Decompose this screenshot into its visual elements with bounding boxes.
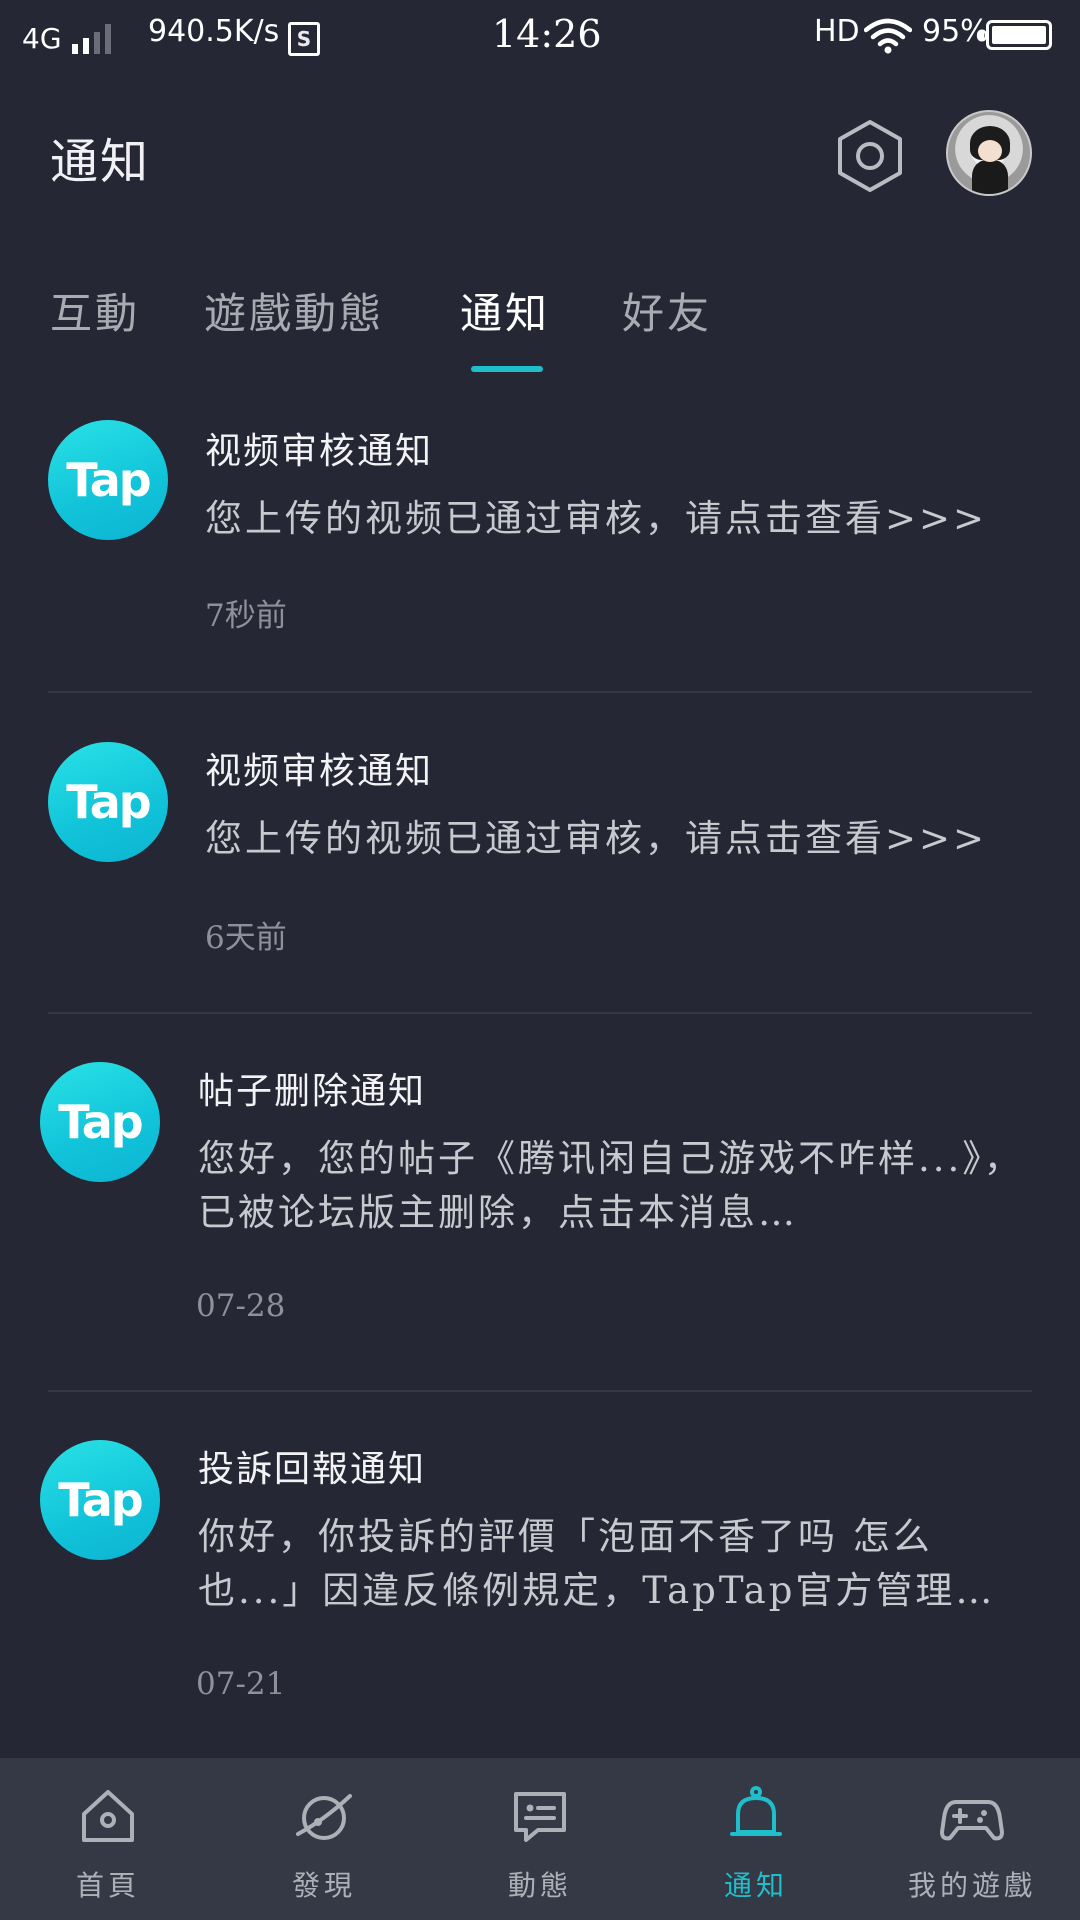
avatar[interactable] (946, 110, 1032, 196)
gamepad-icon (940, 1800, 1004, 1841)
nav-my-games[interactable]: 我的遊戲 (864, 1758, 1080, 1920)
nav-home[interactable]: 首頁 (0, 1758, 216, 1920)
battery-icon (979, 20, 1052, 50)
notification-title: 帖子删除通知 (198, 1071, 427, 1112)
nav-label: 通知 (723, 1869, 788, 1902)
nav-label: 發現 (291, 1869, 356, 1902)
tab-interaction[interactable]: 互動 (50, 280, 140, 341)
settings-icon[interactable] (832, 118, 908, 194)
chat-icon (514, 1792, 566, 1842)
divider (48, 1390, 1032, 1392)
taptap-logo-icon: Tap (48, 420, 168, 540)
notification-body: 您好，您的帖子《腾讯闲自己游戏不咋样...》，已被论坛版主删除，点击本消息… (198, 1137, 1024, 1234)
clock: 14:26 (492, 12, 602, 56)
notification-body: 您上传的视频已通过审核，请点击查看>>> (205, 497, 988, 540)
page-title: 通知 (50, 134, 151, 190)
notification-body: 你好，你投訴的評價「泡面不香了吗 怎么也...」因違反條例規定，TapTap官方… (198, 1515, 996, 1612)
notification-time: 07-21 (196, 1666, 286, 1702)
nav-label: 首頁 (75, 1869, 140, 1902)
home-icon (82, 1790, 134, 1842)
s-badge-icon: S (288, 22, 320, 56)
nav-label: 動態 (507, 1869, 572, 1902)
network-speed: 940.5K/s (148, 14, 280, 49)
notification-body: 您上传的视频已通过审核，请点击查看>>> (205, 817, 988, 860)
divider (48, 691, 1032, 693)
notification-time: 07-28 (196, 1288, 286, 1324)
list-item[interactable]: Tap 视频审核通知 您上传的视频已通过审核，请点击查看>>> 7秒前 (0, 400, 1080, 692)
notification-title: 视频审核通知 (205, 751, 434, 792)
tab-friends[interactable]: 好友 (622, 280, 712, 341)
nav-label: 我的遊戲 (907, 1869, 1036, 1902)
notification-time: 6天前 (205, 920, 287, 956)
taptap-logo-icon: Tap (48, 742, 168, 862)
notification-title: 投訴回報通知 (198, 1449, 427, 1490)
hd-label: HD (814, 14, 860, 49)
divider (48, 1012, 1032, 1014)
list-item[interactable]: Tap 投訴回報通知 你好，你投訴的評價「泡面不香了吗 怎么也...」因違反條例… (0, 1420, 1080, 1760)
active-tab-indicator (471, 366, 543, 372)
tab-notifications[interactable]: 通知 (460, 280, 550, 341)
nav-notifications[interactable]: 通知 (648, 1758, 864, 1920)
status-bar: 4G 940.5K/s S 14:26 HD 95% (0, 0, 1080, 72)
network-type: 4G (22, 22, 62, 55)
list-item[interactable]: Tap 帖子删除通知 您好，您的帖子《腾讯闲自己游戏不咋样...》，已被论坛版主… (0, 1042, 1080, 1392)
nav-discover[interactable]: 發現 (216, 1758, 432, 1920)
tab-bar: 互動 遊戲動態 通知 好友 (0, 270, 1080, 380)
nav-feed[interactable]: 動態 (432, 1758, 648, 1920)
bell-icon (730, 1786, 782, 1836)
taptap-logo-icon: Tap (40, 1062, 160, 1182)
planet-icon (296, 1794, 352, 1840)
notification-time: 7秒前 (205, 598, 287, 634)
wifi-icon (864, 18, 912, 54)
bottom-navigation: 首頁 發現 動態 通知 我的遊戲 (0, 1758, 1080, 1920)
tab-game-updates[interactable]: 遊戲動態 (204, 280, 384, 341)
notification-title: 视频审核通知 (205, 431, 434, 472)
taptap-logo-icon: Tap (40, 1440, 160, 1560)
list-item[interactable]: Tap 视频审核通知 您上传的视频已通过审核，请点击查看>>> 6天前 (0, 722, 1080, 1014)
signal-icon (72, 24, 111, 54)
